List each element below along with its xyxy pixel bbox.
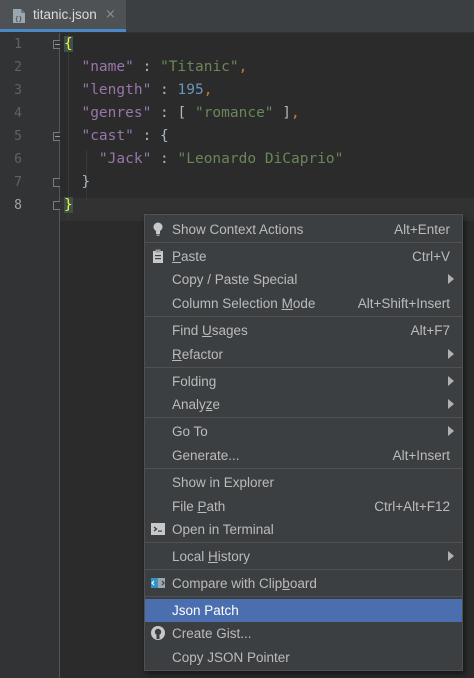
menu-item-generate[interactable]: Generate... Alt+Insert	[145, 444, 462, 467]
tab-label: titanic.json	[33, 7, 97, 22]
line-number: 6	[14, 152, 22, 167]
submenu-arrow-icon	[448, 551, 454, 561]
clipboard-icon	[153, 249, 163, 263]
submenu-arrow-icon	[448, 376, 454, 386]
line-number: 7	[14, 175, 22, 190]
submenu-arrow-icon	[448, 274, 454, 284]
line-number: 4	[14, 106, 22, 121]
code-line-5: "cast" : {	[81, 128, 169, 144]
code-line-3: "length" : 195,	[81, 82, 213, 98]
menu-item-folding[interactable]: Folding	[145, 370, 462, 393]
editor-gutter: 1 2 3 4 5 6 7 8	[0, 33, 62, 678]
menu-item-show-in-explorer[interactable]: Show in Explorer	[145, 471, 462, 494]
menu-item-json-patch[interactable]: Json Patch	[145, 599, 462, 622]
menu-separator	[145, 417, 462, 418]
json-file-icon: {}	[13, 9, 25, 23]
line-number: 2	[14, 60, 22, 75]
code-line-7: }	[81, 174, 91, 190]
menu-item-find-usages[interactable]: Find Usages Alt+F7	[145, 319, 462, 342]
menu-item-analyze[interactable]: Analyze	[145, 393, 462, 416]
editor-context-menu: Show Context Actions Alt+Enter Paste Ctr…	[144, 214, 463, 671]
code-line-1: {	[64, 36, 73, 52]
code-line-2: "name" : "Titanic",	[81, 59, 248, 75]
code-line-8: }	[64, 197, 73, 213]
menu-item-create-gist[interactable]: Create Gist...	[145, 622, 462, 645]
svg-text:{}: {}	[15, 16, 22, 23]
line-number: 5	[14, 129, 22, 144]
menu-item-file-path[interactable]: File Path Ctrl+Alt+F12	[145, 495, 462, 518]
menu-item-go-to[interactable]: Go To	[145, 420, 462, 443]
terminal-icon	[151, 523, 165, 535]
submenu-arrow-icon	[448, 349, 454, 359]
menu-item-open-in-terminal[interactable]: Open in Terminal	[145, 518, 462, 541]
menu-separator	[145, 542, 462, 543]
lightbulb-icon	[153, 222, 163, 236]
compare-icon	[151, 578, 165, 588]
menu-item-copy-json-pointer[interactable]: Copy JSON Pointer	[145, 646, 462, 669]
menu-separator	[145, 596, 462, 597]
code-line-4: "genres" : [ "romance" ],	[81, 105, 300, 121]
line-number: 3	[14, 83, 22, 98]
menu-separator	[145, 242, 462, 243]
editor-tab-bar: {} titanic.json ×	[0, 0, 474, 33]
tab-titanic-json[interactable]: {} titanic.json ×	[0, 0, 126, 32]
menu-item-paste[interactable]: Paste Ctrl+V	[145, 245, 462, 268]
menu-item-local-history[interactable]: Local History	[145, 545, 462, 568]
menu-item-show-context-actions[interactable]: Show Context Actions Alt+Enter	[145, 218, 462, 241]
submenu-arrow-icon	[448, 426, 454, 436]
menu-separator	[145, 316, 462, 317]
menu-separator	[145, 569, 462, 570]
github-icon	[151, 626, 165, 640]
code-line-6: "Jack" : "Leonardo DiCaprio"	[98, 151, 344, 167]
line-number: 1	[14, 37, 22, 52]
close-icon[interactable]: ×	[105, 7, 116, 22]
line-number: 8	[14, 198, 22, 213]
menu-item-compare-with-clipboard[interactable]: Compare with Clipboard	[145, 572, 462, 595]
menu-separator	[145, 468, 462, 469]
menu-separator	[145, 367, 462, 368]
menu-item-column-selection-mode[interactable]: Column Selection Mode Alt+Shift+Insert	[145, 292, 462, 315]
submenu-arrow-icon	[448, 399, 454, 409]
menu-item-copy-paste-special[interactable]: Copy / Paste Special	[145, 268, 462, 291]
menu-item-refactor[interactable]: Refactor	[145, 343, 462, 366]
